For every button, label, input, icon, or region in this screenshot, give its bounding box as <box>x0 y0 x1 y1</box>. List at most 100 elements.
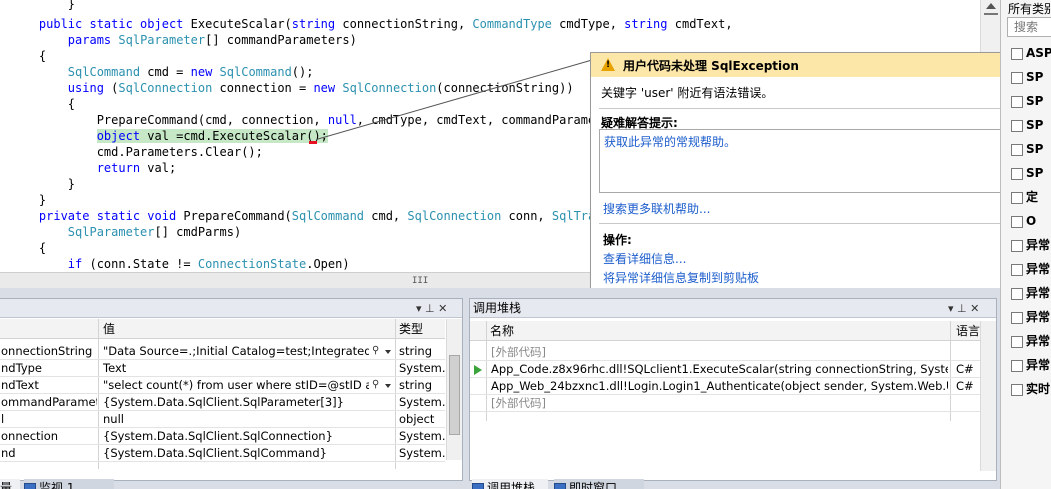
toolbox-item[interactable]: 异常 <box>1011 282 1050 304</box>
column-name[interactable]: 名称 <box>490 321 514 341</box>
locals-value: null <box>103 412 124 426</box>
current-frame-arrow-icon <box>474 365 482 375</box>
tab-watch[interactable]: 监视 1 <box>24 479 114 489</box>
code-token: connectionString, <box>335 17 473 31</box>
locals-column-header: 值 类型 <box>0 319 445 339</box>
callstack-row[interactable]: App_Code.z8x96rhc.dll!SQLclient1.Execute… <box>470 361 980 378</box>
callstack-row[interactable]: App_Web_24bzxnc1.dll!Login.Login1_Authen… <box>470 378 980 395</box>
locals-row[interactable]: onnectionString "Data Source=.;Initial Ca… <box>0 343 445 360</box>
code-token: { <box>10 241 47 255</box>
column-language[interactable]: 语言 <box>956 321 980 341</box>
scroll-up-arrow-icon[interactable] <box>986 3 996 9</box>
code-token: val =cmd.ExecuteScalar(); <box>140 129 328 143</box>
toolbox-item-icon <box>1011 263 1023 276</box>
code-line[interactable]: public static object ExecuteScalar(strin… <box>10 16 733 32</box>
code-token: cmd = <box>140 65 191 79</box>
locals-row[interactable]: ndType Text System.D <box>0 360 445 377</box>
toolbox-item[interactable]: 异常 <box>1011 330 1050 352</box>
toolbox-item[interactable]: 异常 <box>1011 306 1050 328</box>
toolbox-item[interactable]: SP <box>1011 162 1043 184</box>
code-token: cmd.Parameters.Clear(); <box>10 145 263 159</box>
locals-type: System.D <box>399 361 445 375</box>
toolbox-item-icon <box>1011 287 1023 300</box>
toolbox-item[interactable]: 定 <box>1011 186 1038 208</box>
code-line[interactable]: { <box>10 96 75 112</box>
chevron-down-icon[interactable] <box>385 350 391 354</box>
online-help-link[interactable]: 搜索更多联机帮助... <box>603 200 710 217</box>
code-token: return <box>96 161 141 175</box>
watch-icon <box>24 483 36 489</box>
toolbox-item-label: SP <box>1026 70 1044 84</box>
code-line[interactable]: { <box>10 48 46 64</box>
locals-row[interactable]: ommandParameter {System.Data.SqlClient.Sq… <box>0 394 445 411</box>
scroll-thumb-grip[interactable]: III <box>412 276 428 286</box>
tab-callstack[interactable]: 调用堆栈 <box>472 479 548 489</box>
toolbox-item-icon <box>1011 167 1023 180</box>
toolbox-item[interactable]: SP <box>1011 114 1043 136</box>
code-line[interactable]: cmd.Parameters.Clear(); <box>10 144 263 160</box>
locals-value: Text <box>103 361 127 375</box>
locals-header: ▾ ⊥ ✕ <box>0 299 462 318</box>
code-line[interactable]: using (SqlConnection connection = new Sq… <box>10 80 574 96</box>
toolbox-item[interactable]: 异常 <box>1011 354 1050 376</box>
toolbox-item-icon <box>1011 239 1023 252</box>
toolbox-item[interactable]: SP <box>1011 90 1043 112</box>
panel-controls[interactable]: ▾ ⊥ ✕ <box>416 299 447 318</box>
toolbox-item[interactable]: ASP <box>1011 42 1051 64</box>
code-line[interactable]: params SqlParameter[] commandParameters) <box>10 32 357 48</box>
code-token: { <box>10 49 47 63</box>
code-line[interactable]: } <box>10 192 46 208</box>
code-token: cmdType, <box>551 17 625 31</box>
copy-details-link[interactable]: 将异常详细信息复制到剪贴板 <box>603 269 759 286</box>
code-line[interactable]: SqlParameter[] cmdParms) <box>10 224 241 240</box>
toolbox-search-input[interactable]: 搜索 <box>1007 17 1051 37</box>
panel-controls[interactable]: ▾ ⊥ ✕ <box>948 299 979 318</box>
code-line[interactable]: PrepareCommand(cmd, connection, null, cm… <box>10 112 639 128</box>
code-token: .Open) <box>306 257 350 271</box>
code-token: ConnectionState <box>197 257 307 271</box>
callstack-row[interactable]: [外部代码] <box>470 344 980 361</box>
code-line[interactable]: object val =cmd.ExecuteScalar(); <box>10 128 328 144</box>
code-token: (conn.State != <box>82 257 198 271</box>
code-token: [] commandParameters) <box>205 33 357 47</box>
scroll-thumb[interactable] <box>449 355 460 435</box>
toolbox-item-icon <box>1011 95 1023 108</box>
toolbox-item[interactable]: O <box>1011 210 1036 232</box>
toolbox-item[interactable]: SP <box>1011 66 1043 88</box>
locals-name: onnection <box>1 429 59 443</box>
code-line[interactable]: SqlCommand cmd = new SqlCommand(); <box>10 64 314 80</box>
code-line[interactable]: } <box>10 176 75 192</box>
locals-row[interactable]: nd {System.Data.SqlClient.SqlCommand} Syst… <box>0 445 445 462</box>
general-help-link[interactable]: 获取此异常的常规帮助。 <box>604 133 736 150</box>
toolbox-item[interactable]: SP <box>1011 138 1043 160</box>
tab-locals[interactable]: 量 <box>0 479 20 489</box>
locals-scrollbar[interactable] <box>446 319 462 460</box>
code-line[interactable]: return val; <box>10 160 176 176</box>
callstack-scrollbar[interactable] <box>980 321 996 471</box>
code-token: { <box>10 97 76 111</box>
callstack-title: 调用堆栈 <box>473 301 522 315</box>
locals-row[interactable]: onnection {System.Data.SqlClient.SqlConne… <box>0 428 445 445</box>
chevron-down-icon[interactable] <box>385 384 391 388</box>
tab-immediate[interactable]: 即时窗口 <box>554 479 644 489</box>
code-token: string <box>624 17 668 31</box>
toolbox-item[interactable]: 实时 <box>1011 378 1050 400</box>
toolbox-item[interactable]: 异常 <box>1011 234 1050 256</box>
code-line[interactable]: } <box>10 0 75 12</box>
locals-row[interactable]: ndText "select count(*) from user where s… <box>0 377 445 394</box>
callstack-row[interactable]: [外部代码] <box>470 395 980 412</box>
column-type[interactable]: 类型 <box>399 319 423 339</box>
code-line[interactable]: if (conn.State != ConnectionState.Open) <box>10 256 350 272</box>
column-value[interactable]: 值 <box>103 319 115 339</box>
split-handle-icon[interactable] <box>984 13 998 15</box>
code-token: SqlCommand <box>291 209 365 223</box>
locals-row[interactable]: l null object <box>0 411 445 428</box>
visualizer-icon[interactable]: ⚲ <box>372 346 382 356</box>
visualizer-icon[interactable]: ⚲ <box>372 380 382 390</box>
view-details-link[interactable]: 查看详细信息... <box>603 250 686 267</box>
locals-value: "Data Source=.;Initial Catalog=test;Inte… <box>103 344 369 358</box>
toolbox-item[interactable]: 异常 <box>1011 258 1050 280</box>
callstack-frame-language <box>956 395 978 412</box>
code-line[interactable]: { <box>10 240 46 256</box>
